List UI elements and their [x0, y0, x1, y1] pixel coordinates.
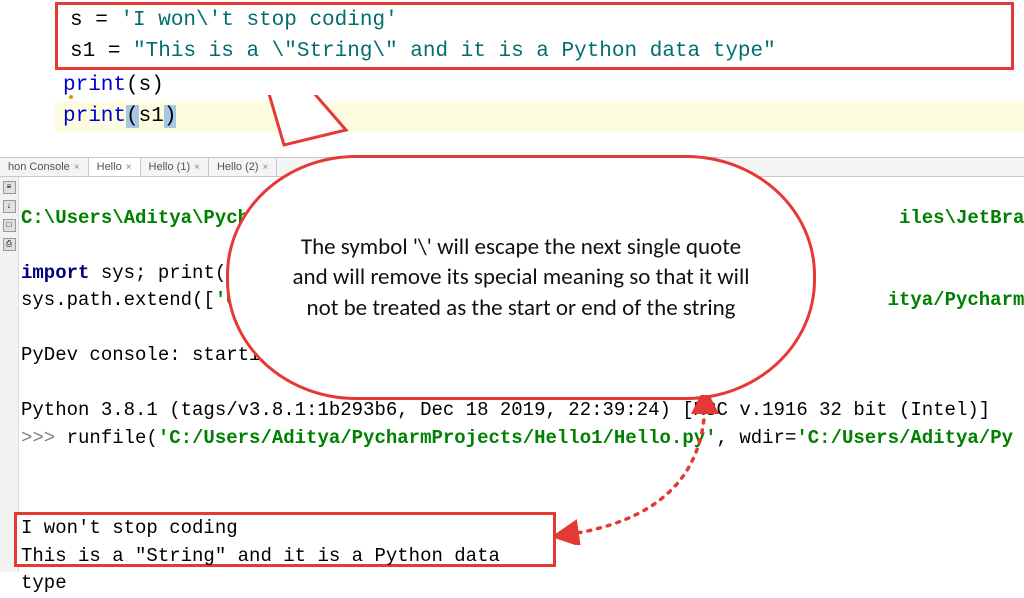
- output-line-1: I won't stop coding: [21, 517, 238, 539]
- blank-line: [21, 317, 32, 339]
- print-fn: print: [63, 105, 126, 128]
- paren-open: (: [126, 105, 139, 128]
- tab-hello-1[interactable]: Hello (1)×: [141, 158, 209, 176]
- runfile-fn: runfile(: [67, 427, 158, 449]
- blank-line: [21, 234, 32, 256]
- import-keyword: import: [21, 262, 101, 284]
- console-output: C:\Users\Aditya\Pycha iles\JetBra import…: [19, 177, 1024, 452]
- code-line-1: s = 'I won\'t stop coding': [62, 5, 1007, 36]
- tab-label: hon Console: [8, 161, 70, 173]
- close-icon[interactable]: ×: [194, 162, 200, 173]
- print-arg: s1: [139, 105, 164, 128]
- tab-label: Hello: [97, 161, 122, 173]
- code-line-3: print(s): [55, 70, 1024, 101]
- assign-op: =: [83, 9, 121, 32]
- tab-python-console[interactable]: hon Console ×: [0, 158, 89, 176]
- tab-label: Hello (2): [217, 161, 259, 173]
- variable-s: s: [70, 9, 83, 32]
- close-icon[interactable]: ×: [126, 162, 132, 173]
- output-line-2: This is a "String" and it is a Python da…: [21, 545, 500, 595]
- code-line-4: print(s1): [55, 101, 1024, 132]
- print-fn: print: [63, 74, 126, 97]
- console-path: C:\Users\Aditya\Pycha: [21, 207, 260, 229]
- print-lines: print(s) print(s1): [0, 70, 1024, 132]
- code-editor: s = 'I won\'t stop coding' s1 = "This is…: [0, 0, 1024, 132]
- import-str: 'Py: [226, 262, 260, 284]
- close-icon[interactable]: ×: [263, 162, 269, 173]
- syspath-str: 'C:\: [215, 289, 261, 311]
- variable-s1: s1: [70, 40, 95, 63]
- blank-line: [21, 372, 32, 394]
- runfile-mid: , wdir=: [717, 427, 797, 449]
- syspath-tail: itya/Pycharm: [888, 289, 1024, 311]
- tab-hello[interactable]: Hello ×: [89, 158, 141, 176]
- paren-close: ): [164, 105, 177, 128]
- gutter-btn-2[interactable]: ↓: [3, 200, 16, 213]
- console-path-tail: iles\JetBra: [899, 207, 1024, 229]
- console-tabs: hon Console× Hello× Hello (1)× Hello (2)…: [0, 157, 1024, 177]
- prompt: >>>: [21, 427, 67, 449]
- string-literal-2: "This is a \"String\" and it is a Python…: [133, 40, 776, 63]
- syspath-head: sys.path.extend([: [21, 289, 215, 311]
- assign-op: =: [95, 40, 133, 63]
- runfile-wdir: 'C:/Users/Aditya/Py: [796, 427, 1013, 449]
- gutter-btn-1[interactable]: ≡: [3, 181, 16, 194]
- gutter-btn-3[interactable]: □: [3, 219, 16, 232]
- highlighted-code-box: s = 'I won\'t stop coding' s1 = "This is…: [55, 2, 1014, 70]
- string-literal-1: 'I won\'t stop coding': [120, 9, 397, 32]
- tab-hello-2[interactable]: Hello (2) ×: [209, 158, 277, 176]
- pydev-start: PyDev console: starting.: [21, 344, 295, 366]
- runfile-path: 'C:/Users/Aditya/PycharmProjects/Hello1/…: [158, 427, 717, 449]
- gutter-btn-4[interactable]: ⎙: [3, 238, 16, 251]
- tab-label: Hello (1): [149, 161, 191, 173]
- output-box: I won't stop coding This is a "String" a…: [14, 512, 556, 567]
- code-line-2: s1 = "This is a \"String\" and it is a P…: [62, 36, 1007, 67]
- print-args: (s): [126, 74, 164, 97]
- close-icon[interactable]: ×: [74, 162, 80, 173]
- import-rest: sys; print(: [101, 262, 226, 284]
- python-version: Python 3.8.1 (tags/v3.8.1:1b293b6, Dec 1…: [21, 399, 1002, 421]
